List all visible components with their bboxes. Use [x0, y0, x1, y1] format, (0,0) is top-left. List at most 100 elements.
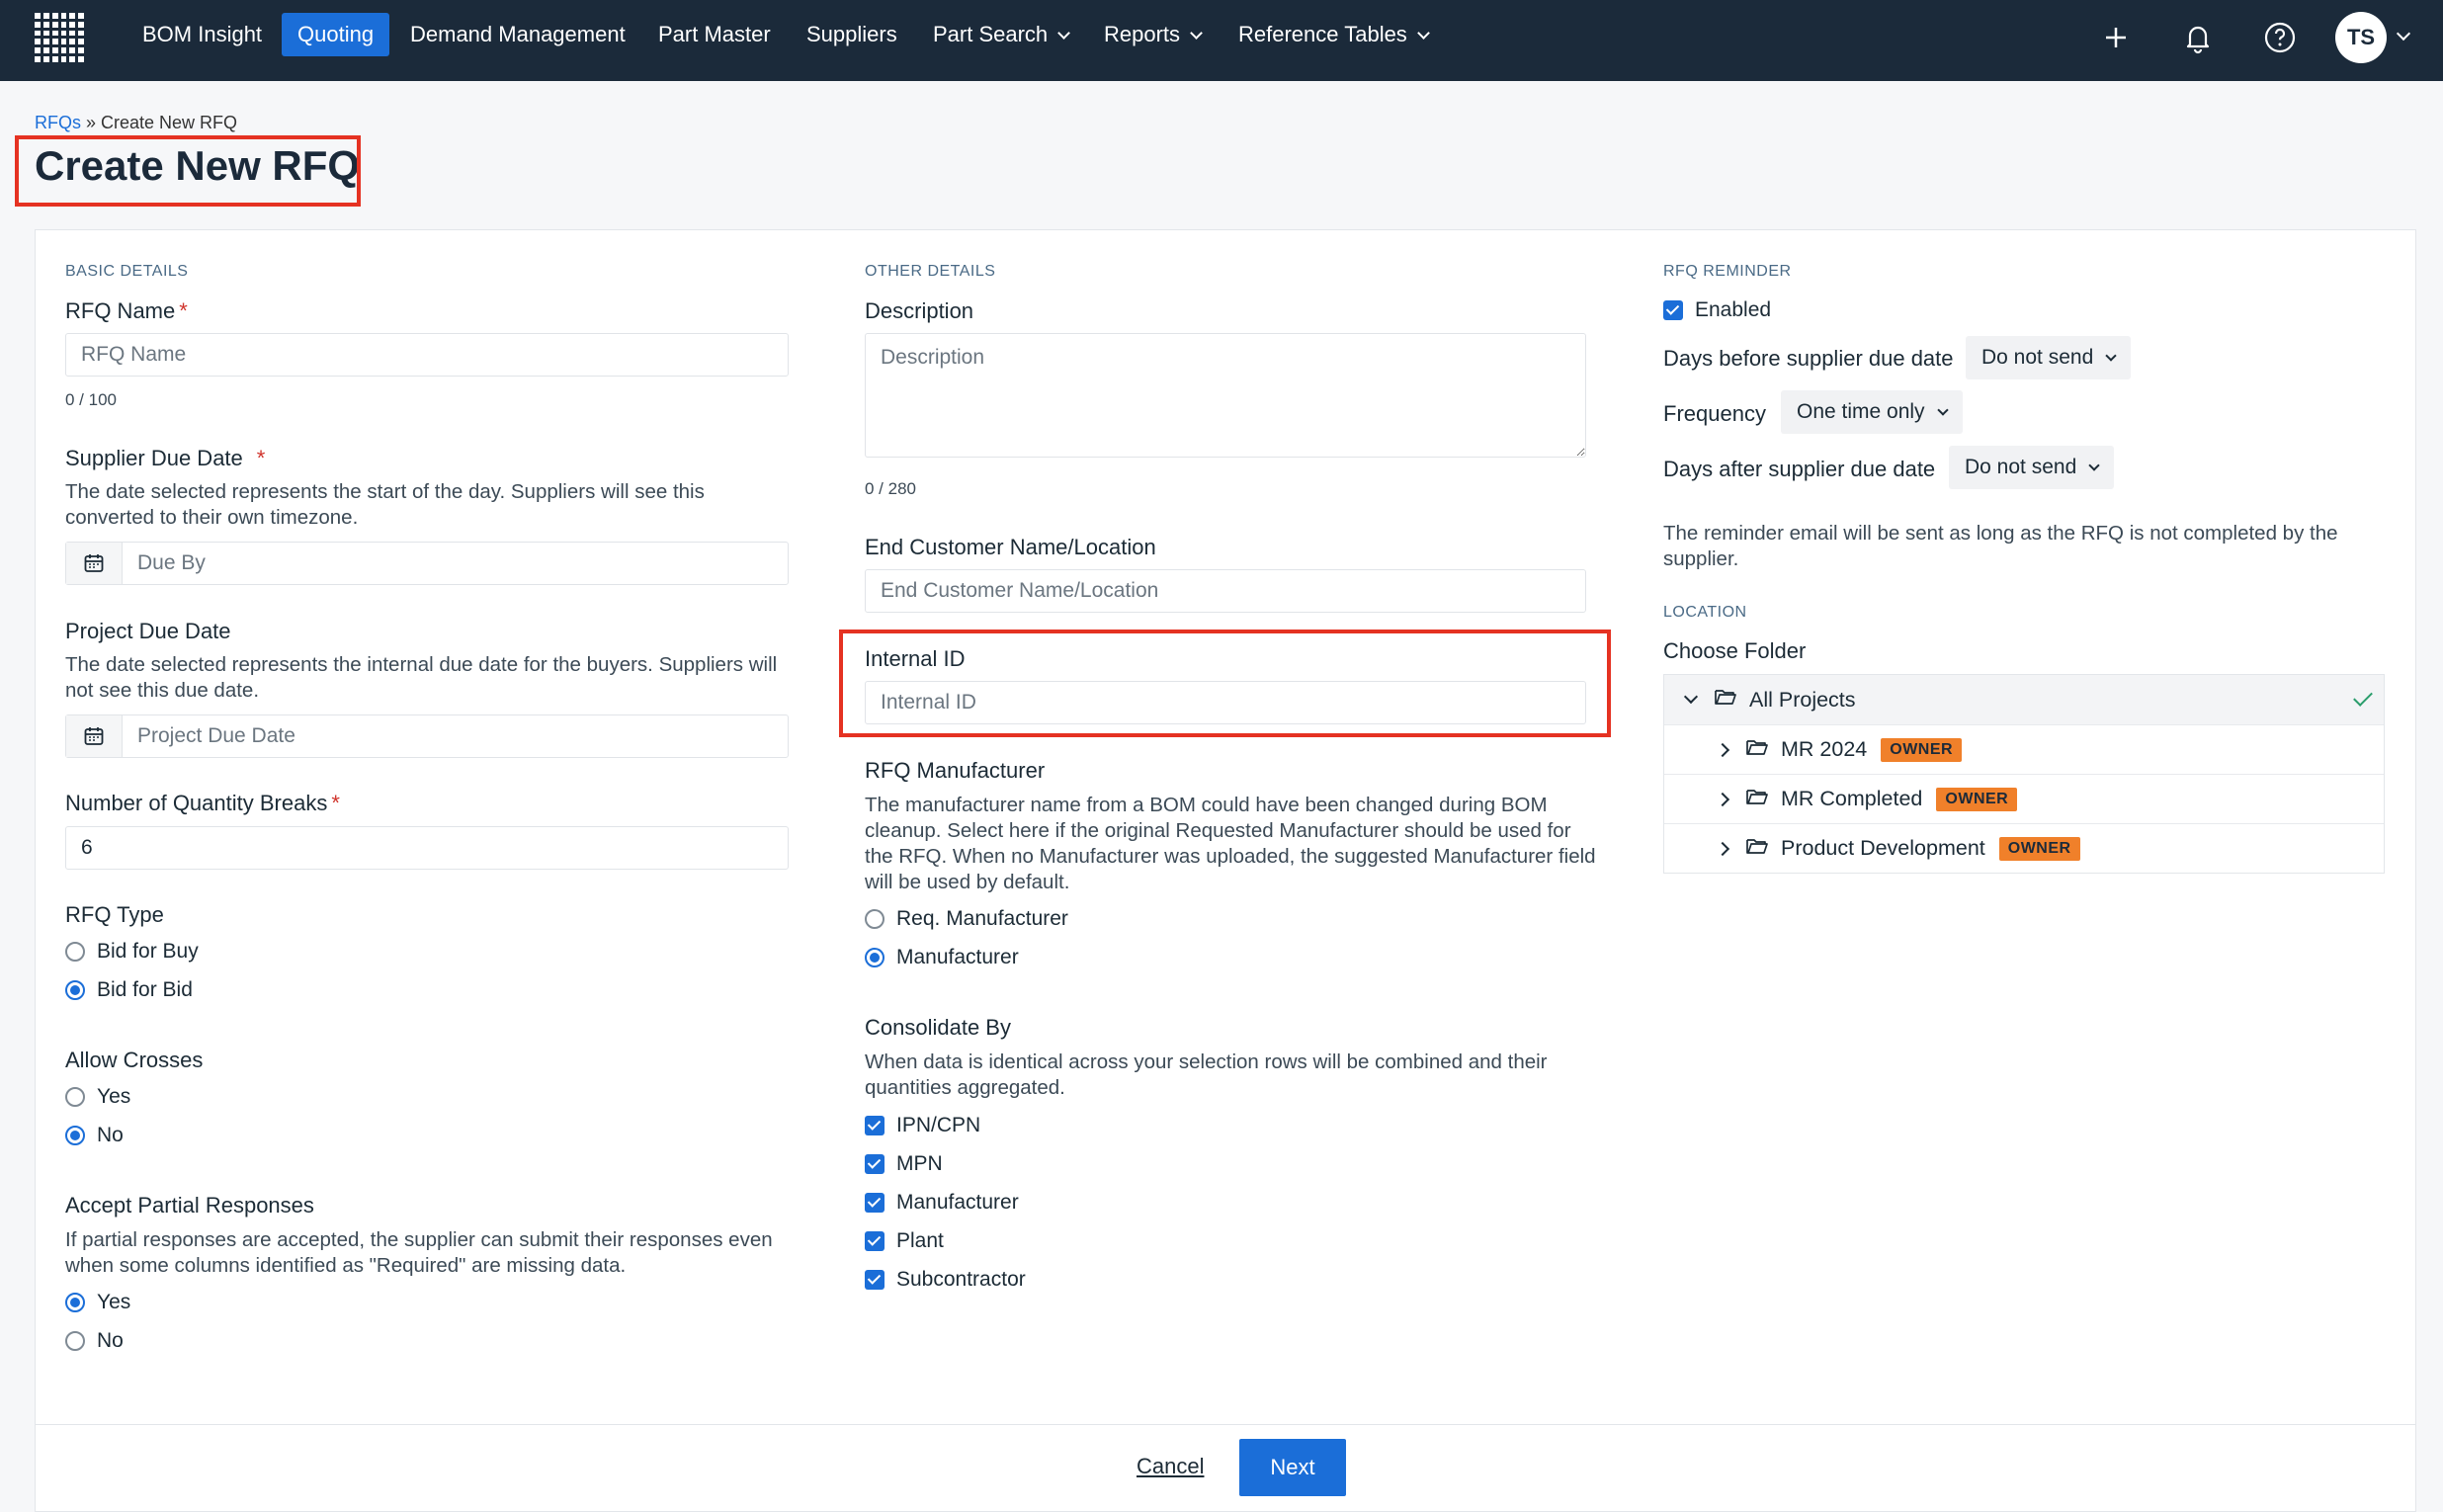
checkbox-label: Plant — [896, 1229, 944, 1252]
calendar-icon[interactable] — [66, 715, 123, 757]
chevron-down-icon — [1190, 27, 1203, 40]
radio-dot — [65, 1087, 85, 1107]
chevron-down-icon — [1057, 27, 1071, 40]
nav-part-master[interactable]: Part Master — [642, 13, 787, 56]
rfq-name-counter: 0 / 100 — [65, 390, 117, 409]
bell-icon[interactable] — [2178, 18, 2218, 57]
rfq-name-input[interactable] — [65, 333, 789, 377]
checkbox-reminder-enabled[interactable]: Enabled — [1663, 298, 1771, 322]
internal-id-input[interactable] — [865, 681, 1586, 724]
radio-partial-no[interactable]: No — [65, 1329, 124, 1353]
top-navigation-bar: BOM Insight Quoting Demand Management Pa… — [0, 0, 2443, 81]
section-other-details: OTHER DETAILS — [865, 263, 996, 280]
plus-icon[interactable] — [2096, 18, 2136, 57]
supplier-due-date-help: The date selected represents the start o… — [65, 480, 705, 529]
frequency-select[interactable]: One time only — [1781, 390, 1963, 434]
radio-crosses-yes[interactable]: Yes — [65, 1085, 130, 1109]
radio-partial-yes[interactable]: Yes — [65, 1291, 130, 1314]
breadcrumb-separator: » — [81, 113, 102, 132]
checkbox-label: Enabled — [1695, 298, 1772, 321]
cancel-button[interactable]: Cancel — [1137, 1454, 1204, 1479]
quantity-breaks-input[interactable] — [65, 826, 789, 870]
radio-bid-for-bid[interactable]: Bid for Bid — [65, 978, 193, 1002]
nav-quoting[interactable]: Quoting — [282, 13, 390, 56]
calendar-icon[interactable] — [66, 543, 123, 584]
rfq-name-label: RFQ Name * — [65, 298, 188, 324]
radio-dot — [65, 1293, 85, 1312]
description-counter: 0 / 280 — [865, 479, 916, 498]
section-location: LOCATION — [1663, 604, 1747, 621]
quantity-breaks-label: Number of Quantity Breaks * — [65, 791, 340, 816]
checkbox-ipn-cpn[interactable]: IPN/CPN — [865, 1114, 980, 1137]
checkbox-plant[interactable]: Plant — [865, 1229, 944, 1253]
supplier-due-date-field — [65, 542, 789, 585]
radio-label: Req. Manufacturer — [896, 907, 1068, 930]
nav-label: Demand Management — [410, 22, 626, 46]
folder-name: Product Development — [1781, 836, 1985, 860]
chevron-right-icon[interactable] — [1715, 742, 1730, 757]
folder-name: MR 2024 — [1781, 737, 1868, 761]
radio-req-manufacturer[interactable]: Req. Manufacturer — [865, 907, 1068, 931]
chevron-right-icon[interactable] — [1715, 841, 1730, 856]
label-text: Number of Quantity Breaks — [65, 791, 328, 815]
nav-demand-management[interactable]: Demand Management — [394, 13, 641, 56]
selected-check-icon — [2353, 687, 2373, 707]
nav-reports[interactable]: Reports — [1088, 13, 1217, 56]
radio-label: Yes — [97, 1085, 131, 1108]
folder-mr-2024[interactable]: MR 2024 OWNER — [1664, 724, 2384, 774]
days-after-select[interactable]: Do not send — [1949, 446, 2115, 489]
chevron-right-icon[interactable] — [1715, 792, 1730, 806]
next-button[interactable]: Next — [1239, 1439, 1346, 1496]
supplier-due-date-input[interactable] — [123, 543, 788, 584]
checkbox-label: MPN — [896, 1152, 943, 1175]
days-before-select[interactable]: Do not send — [1966, 336, 2132, 379]
description-textarea[interactable] — [865, 333, 1586, 458]
nav-reference-tables[interactable]: Reference Tables — [1222, 13, 1444, 56]
required-marker: * — [256, 446, 266, 470]
checkbox-manufacturer[interactable]: Manufacturer — [865, 1191, 1019, 1215]
select-value: One time only — [1797, 400, 1925, 423]
radio-bid-for-buy[interactable]: Bid for Buy — [65, 940, 199, 964]
folder-open-icon — [1714, 687, 1737, 713]
reminder-note: The reminder email will be sent as long … — [1663, 522, 2338, 570]
app-grid-logo-icon[interactable] — [35, 13, 84, 62]
nav-part-search[interactable]: Part Search — [917, 13, 1084, 56]
nav-label: Reports — [1104, 22, 1181, 46]
user-avatar[interactable]: TS — [2335, 12, 2387, 63]
description-label: Description — [865, 298, 974, 323]
label-text: RFQ Name — [65, 298, 176, 323]
radio-dot — [865, 909, 885, 929]
project-due-date-input[interactable] — [123, 715, 788, 757]
end-customer-label: End Customer Name/Location — [865, 535, 1156, 559]
nav-label: Part Search — [933, 22, 1049, 46]
chevron-down-icon[interactable] — [1683, 689, 1699, 705]
checkbox-subcontractor[interactable]: Subcontractor — [865, 1268, 1026, 1292]
end-customer-input[interactable] — [865, 569, 1586, 613]
nav-label: Part Master — [658, 22, 771, 46]
owner-badge: OWNER — [1936, 787, 2018, 811]
folder-all-projects[interactable]: All Projects — [1664, 675, 2384, 724]
nav-label: BOM Insight — [142, 22, 263, 46]
radio-crosses-no[interactable]: No — [65, 1124, 124, 1147]
breadcrumb: RFQs » Create New RFQ — [35, 113, 237, 133]
nav-suppliers[interactable]: Suppliers — [791, 13, 913, 56]
radio-dot — [65, 980, 85, 1000]
nav-bom-insight[interactable]: BOM Insight — [126, 13, 278, 56]
choose-folder-label: Choose Folder — [1663, 638, 1807, 663]
chevron-down-icon[interactable] — [2396, 26, 2411, 42]
checkbox-mpn[interactable]: MPN — [865, 1152, 943, 1176]
folder-product-development[interactable]: Product Development OWNER — [1664, 823, 2384, 873]
folder-mr-completed[interactable]: MR Completed OWNER — [1664, 774, 2384, 823]
radio-dot — [65, 1331, 85, 1351]
project-due-date-label: Project Due Date — [65, 619, 231, 643]
chevron-down-icon — [2105, 350, 2117, 362]
footer-divider — [36, 1424, 2415, 1425]
rfq-manufacturer-help: The manufacturer name from a BOM could h… — [865, 794, 1596, 893]
radio-label: Yes — [97, 1291, 131, 1313]
breadcrumb-rfqs-link[interactable]: RFQs — [35, 113, 81, 132]
help-icon[interactable] — [2260, 18, 2300, 57]
radio-label: Manufacturer — [896, 946, 1019, 968]
radio-manufacturer[interactable]: Manufacturer — [865, 946, 1019, 969]
folder-open-icon — [1745, 787, 1769, 812]
radio-dot — [65, 1126, 85, 1145]
